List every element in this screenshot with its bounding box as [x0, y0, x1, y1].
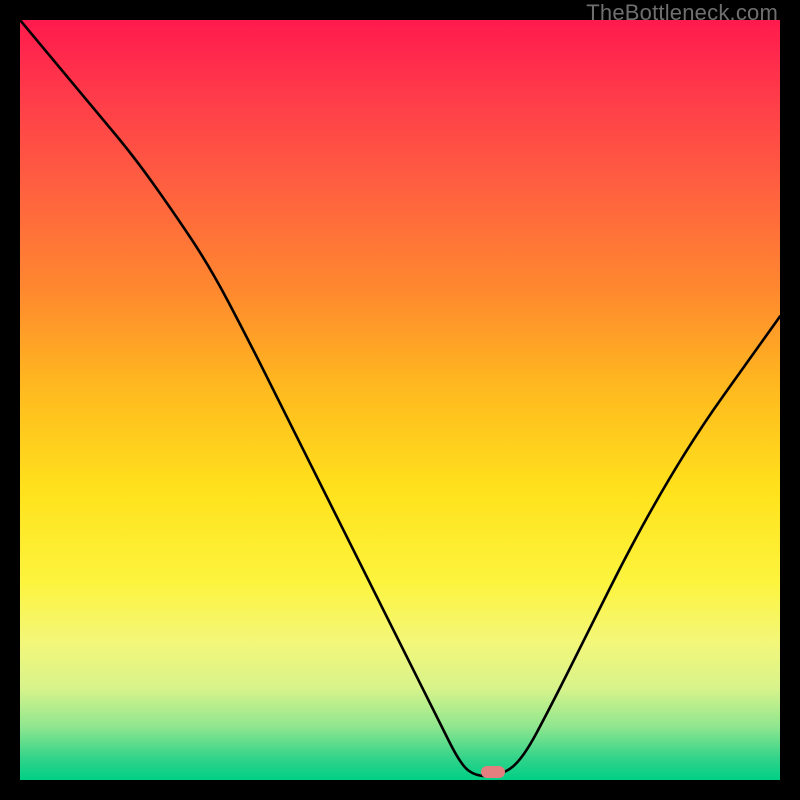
optimal-marker [481, 766, 505, 778]
chart-frame: TheBottleneck.com [0, 0, 800, 800]
bottleneck-curve [20, 20, 780, 780]
plot-area [20, 20, 780, 780]
watermark-text: TheBottleneck.com [586, 0, 778, 26]
